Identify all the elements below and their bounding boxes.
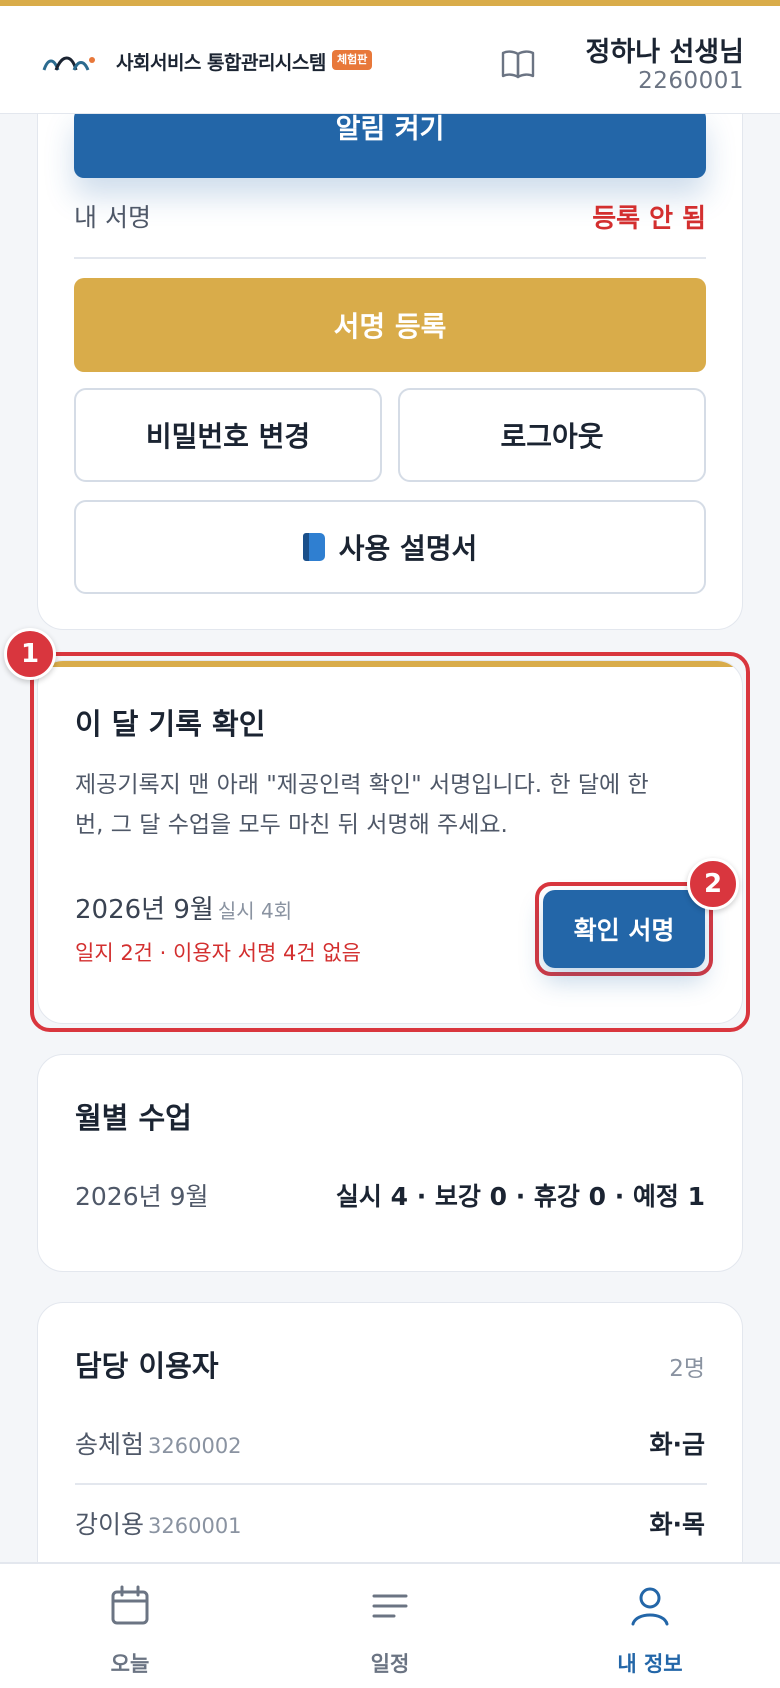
logout-button[interactable]: 로그아웃	[398, 388, 706, 482]
client-id: 3260002	[148, 1434, 242, 1458]
step-marker-1: 1	[4, 628, 56, 680]
manual-button-label: 사용 설명서	[338, 532, 478, 565]
user-id: 2260001	[638, 68, 744, 94]
manual-button[interactable]: 사용 설명서	[74, 500, 706, 594]
nav-item-schedule[interactable]: 일정	[290, 1564, 490, 1688]
nav-label: 오늘	[110, 1652, 150, 1676]
nav-item-my-info[interactable]: 내 정보	[550, 1564, 750, 1688]
book-icon	[302, 533, 325, 561]
monthly-classes-summary: 실시 4 · 보강 0 · 휴강 0 · 예정 1	[335, 1182, 705, 1211]
client-id: 3260001	[148, 1514, 242, 1538]
client-days: 화·금	[649, 1430, 706, 1459]
change-password-button[interactable]: 비밀번호 변경	[74, 388, 382, 482]
list-icon	[372, 1594, 408, 1618]
client-name: 강이용	[75, 1510, 145, 1539]
divider	[74, 257, 706, 259]
logo-icon	[42, 56, 95, 71]
client-row-name[interactable]: 송체험 3260002	[75, 1425, 242, 1461]
clients-count: 2명	[669, 1356, 705, 1382]
step-marker-2: 2	[687, 858, 739, 910]
clients-title: 담당 이용자	[75, 1349, 219, 1383]
divider	[75, 1483, 707, 1485]
signature-status: 등록 안 됨	[592, 204, 706, 234]
nav-label: 내 정보	[617, 1652, 683, 1676]
nav-label: 일정	[370, 1652, 410, 1676]
monthly-classes-month: 2026년 9월	[75, 1182, 209, 1211]
user-name: 정하나 선생님	[585, 37, 744, 68]
app-title: 사회서비스 통합관리시스템	[116, 52, 326, 74]
trial-badge: 체험판	[332, 50, 373, 70]
open-book-icon[interactable]	[500, 48, 536, 80]
client-name: 송체험	[75, 1430, 145, 1459]
person-icon	[631, 1587, 669, 1626]
register-signature-button[interactable]: 서명 등록	[74, 278, 706, 372]
calendar-icon	[111, 1585, 149, 1625]
client-row-name[interactable]: 강이용 3260001	[75, 1505, 242, 1541]
signature-label: 내 서명	[74, 203, 151, 232]
nav-item-today[interactable]: 오늘	[30, 1564, 230, 1688]
monthly-classes-card: 월별 수업 2026년 9월 실시 4 · 보강 0 · 휴강 0 · 예정 1	[37, 1054, 743, 1272]
client-days: 화·목	[649, 1510, 706, 1539]
app-header: 사회서비스 통합관리시스템 체험판 정하나 선생님 2260001	[0, 6, 780, 114]
bottom-nav: 오늘 일정 내 정보	[0, 1562, 780, 1688]
confirm-sign-button[interactable]: 확인 서명	[543, 890, 705, 968]
notify-on-button[interactable]: 알림 켜기	[74, 108, 706, 178]
monthly-classes-title: 월별 수업	[75, 1101, 192, 1135]
